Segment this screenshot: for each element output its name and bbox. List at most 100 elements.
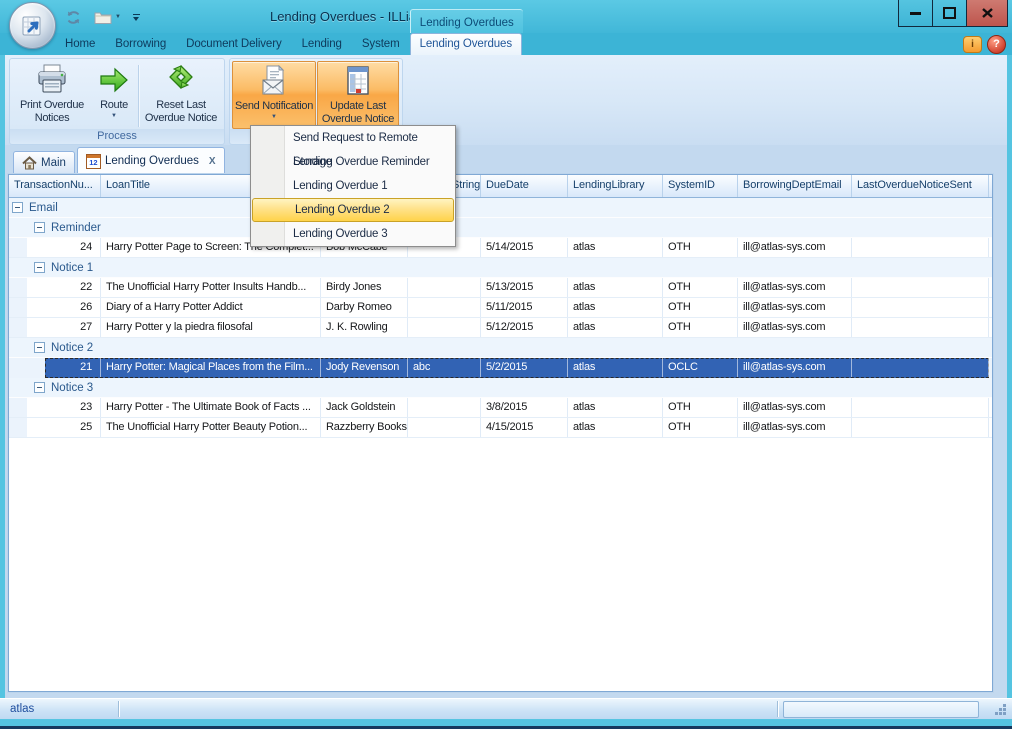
cell-duedate: 4/15/2015 (481, 418, 568, 437)
cell-loantitle: The Unofficial Harry Potter Beauty Potio… (101, 418, 321, 437)
group-row-notice-3[interactable]: Notice 3 (9, 378, 992, 398)
cell-lastoverduenoticesent (852, 358, 989, 377)
column-header-borrowingdeptemail[interactable]: BorrowingDeptEmail (738, 175, 852, 197)
data-row-25[interactable]: 25The Unofficial Harry Potter Beauty Pot… (9, 418, 992, 438)
tab-lending-overdues[interactable]: 12 Lending Overdues X (77, 147, 225, 174)
column-header-lastoverduenoticesent[interactable]: LastOverdueNoticeSent (852, 175, 989, 197)
cell-lastoverduenoticesent (852, 418, 989, 437)
data-row-24[interactable]: 24Harry Potter Page to Screen: The Compl… (9, 238, 992, 258)
collapse-icon[interactable] (34, 342, 45, 353)
cell-transactionnu: 26 (9, 298, 101, 317)
button-label: Print Overdue Notices (12, 99, 92, 125)
status-progress-panel (783, 701, 979, 718)
ribbon-tab-lending-overdues[interactable]: Lending Overdues (410, 33, 522, 56)
cell-col-2: Darby Romeo (321, 298, 408, 317)
column-header-duedate[interactable]: DueDate (481, 175, 568, 197)
collapse-icon[interactable] (12, 202, 23, 213)
ribbon-tab-lending[interactable]: Lending (292, 33, 352, 55)
ribbon-tabs: HomeBorrowingDocument DeliveryLendingSys… (55, 33, 522, 55)
group-row-email[interactable]: Email (9, 198, 992, 218)
help-icon[interactable]: ? (987, 35, 1006, 54)
row-cells: 25The Unofficial Harry Potter Beauty Pot… (9, 418, 992, 437)
cell-lastoverduenoticesent (852, 398, 989, 417)
printer-icon (35, 64, 69, 96)
cell-transactionnu: 25 (9, 418, 101, 437)
group-row-notice-1[interactable]: Notice 1 (9, 258, 992, 278)
ribbon-tab-row: HomeBorrowingDocument DeliveryLendingSys… (0, 33, 1012, 55)
cell-borrowingdeptemail: ill@atlas-sys.com (738, 238, 852, 257)
group-row-reminder[interactable]: Reminder (9, 218, 992, 238)
cell-string (408, 318, 481, 337)
contextual-tab-group-header: Lending Overdues (410, 9, 523, 34)
column-header-systemid[interactable]: SystemID (663, 175, 738, 197)
update-spreadsheet-icon (341, 65, 375, 97)
cell-systemid: OCLC (663, 358, 738, 377)
cell-loantitle: Diary of a Harry Potter Addict (101, 298, 321, 317)
menu-item-lending-overdue-1[interactable]: Lending Overdue 1 (251, 174, 455, 198)
reset-last-overdue-notice-button[interactable]: Reset Last Overdue Notice (140, 61, 222, 128)
cell-col-2: J. K. Rowling (321, 318, 408, 337)
route-button[interactable]: Route ▼ (93, 61, 135, 128)
cell-systemid: OTH (663, 298, 738, 317)
menu-item-send-request-to-remote-storage[interactable]: Send Request to Remote Storage (251, 126, 455, 150)
ribbon-tab-document-delivery[interactable]: Document Delivery (176, 33, 291, 55)
collapse-icon[interactable] (34, 262, 45, 273)
send-notification-button[interactable]: Send Notification ▼ (232, 61, 316, 129)
column-header-transactionnu[interactable]: TransactionNu... (9, 175, 101, 197)
reset-recycle-icon (164, 64, 198, 96)
cell-lendinglibrary: atlas (568, 398, 663, 417)
row-cells: 27Harry Potter y la piedra filosofalJ. K… (9, 318, 992, 337)
data-row-21[interactable]: 21Harry Potter: Magical Places from the … (9, 358, 992, 378)
ribbon-help-area: i ? (963, 35, 1006, 54)
data-row-22[interactable]: 22The Unofficial Harry Potter Insults Ha… (9, 278, 992, 298)
data-row-26[interactable]: 26Diary of a Harry Potter AddictDarby Ro… (9, 298, 992, 318)
button-label: Update Last Overdue Notice (318, 100, 398, 126)
quick-access-toolbar: ▼ (62, 5, 144, 29)
ribbon-tab-borrowing[interactable]: Borrowing (105, 33, 176, 55)
cell-col-2: Jack Goldstein (321, 398, 408, 417)
cell-lastoverduenoticesent (852, 318, 989, 337)
open-form-button[interactable]: ▼ (91, 6, 124, 28)
cell-lendinglibrary: atlas (568, 358, 663, 377)
cell-duedate: 3/8/2015 (481, 398, 568, 417)
about-icon[interactable]: i (963, 36, 982, 53)
status-divider (777, 701, 779, 717)
group-label: Notice 2 (51, 342, 93, 354)
tab-close-icon[interactable]: X (209, 156, 216, 167)
cell-lendinglibrary: atlas (568, 238, 663, 257)
print-overdue-notices-button[interactable]: Print Overdue Notices (12, 61, 92, 128)
cell-transactionnu: 21 (9, 358, 101, 377)
button-label: Send Notification (235, 100, 313, 113)
cell-systemid: OTH (663, 318, 738, 337)
cell-borrowingdeptemail: ill@atlas-sys.com (738, 298, 852, 317)
cell-loantitle: Harry Potter y la piedra filosofal (101, 318, 321, 337)
column-header-lendinglibrary[interactable]: LendingLibrary (568, 175, 663, 197)
collapse-icon[interactable] (34, 222, 45, 233)
menu-item-lending-overdue-reminder[interactable]: Lending Overdue Reminder (251, 150, 455, 174)
cell-borrowingdeptemail: ill@atlas-sys.com (738, 358, 852, 377)
customize-qat-button[interactable] (130, 6, 144, 28)
ribbon-tab-home[interactable]: Home (55, 33, 105, 55)
data-row-23[interactable]: 23Harry Potter - The Ultimate Book of Fa… (9, 398, 992, 418)
window-controls (898, 0, 1008, 27)
data-row-27[interactable]: 27Harry Potter y la piedra filosofalJ. K… (9, 318, 992, 338)
collapse-icon[interactable] (34, 382, 45, 393)
cell-loantitle: Harry Potter: Magical Places from the Fi… (101, 358, 321, 377)
cell-systemid: OTH (663, 278, 738, 297)
menu-item-lending-overdue-3[interactable]: Lending Overdue 3 (251, 222, 455, 246)
cell-borrowingdeptemail: ill@atlas-sys.com (738, 418, 852, 437)
close-button[interactable] (967, 0, 1008, 27)
cell-duedate: 5/14/2015 (481, 238, 568, 257)
ribbon-tab-system[interactable]: System (352, 33, 410, 55)
refresh-button[interactable] (62, 6, 85, 28)
resize-grip[interactable] (994, 703, 1007, 716)
menu-item-lending-overdue-2[interactable]: Lending Overdue 2 (252, 198, 454, 222)
update-last-overdue-notice-button[interactable]: Update Last Overdue Notice (317, 61, 399, 129)
minimize-button[interactable] (898, 0, 933, 27)
grid-header-row: TransactionNu...LoanTitleStringDueDateLe… (9, 175, 992, 198)
maximize-button[interactable] (933, 0, 967, 27)
group-row-notice-2[interactable]: Notice 2 (9, 338, 992, 358)
group-label: Reminder (51, 222, 101, 234)
tab-main[interactable]: Main (13, 151, 75, 174)
app-menu-button[interactable] (9, 2, 56, 49)
